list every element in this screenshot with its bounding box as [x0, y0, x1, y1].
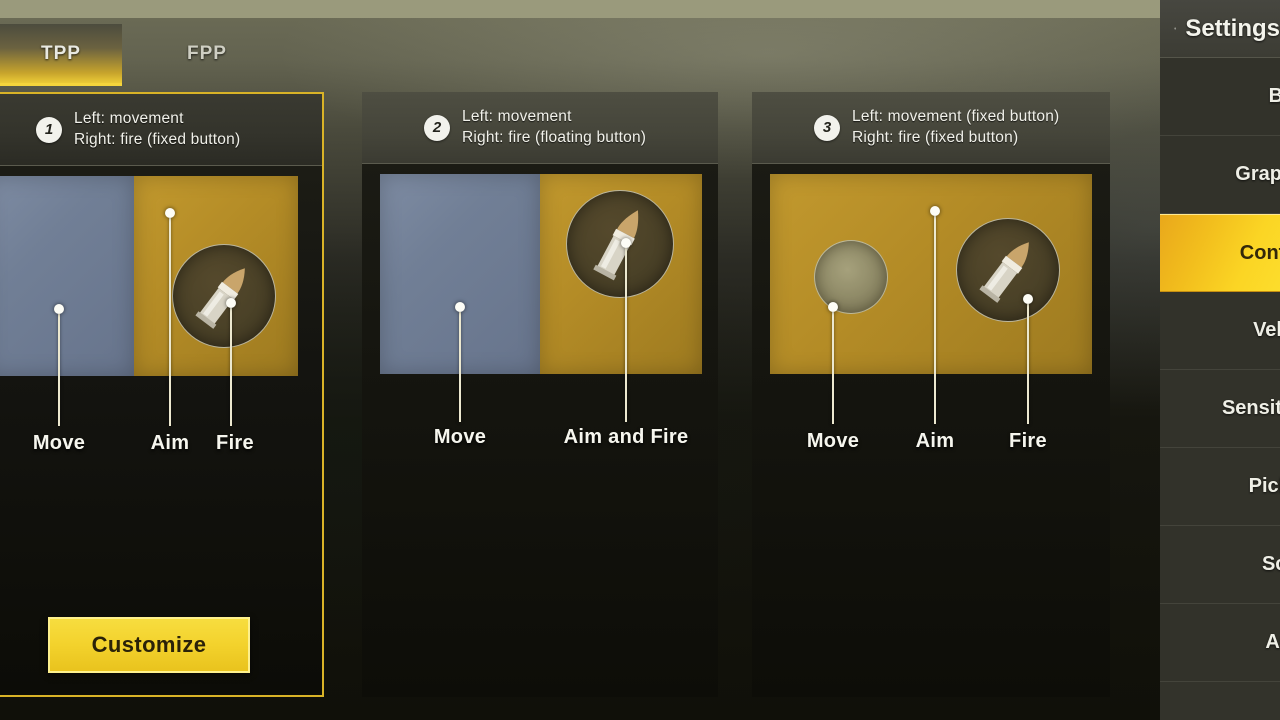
card-1-move-pane	[0, 176, 134, 376]
card-1-fire-pane	[134, 176, 298, 376]
view-mode-tabs: TPP FPP	[0, 24, 1160, 86]
sidebar-item-scope-label: Scope	[1261, 553, 1280, 575]
sidebar-title: Settings	[1185, 14, 1280, 42]
tab-fpp-label: FPP	[187, 43, 227, 64]
tab-tpp[interactable]: TPP	[0, 24, 122, 86]
sidebar-item-graphics[interactable]: Graphics	[1160, 136, 1280, 214]
card-2-move-dot	[455, 302, 465, 312]
card-2-fire-button	[566, 190, 674, 298]
layout-option-card-3[interactable]: 3 Left: movement (fixed button) Right: f…	[752, 92, 1110, 697]
card-1-aim-dot	[165, 208, 175, 218]
control-layout-options: 1 Left: movement Right: fire (fixed butt…	[0, 92, 1160, 697]
card-2-move-leader	[459, 312, 461, 422]
card-2-caption-move: Move	[433, 426, 487, 448]
card-3-aim-leader	[934, 216, 936, 424]
card-3-description: Left: movement (fixed button) Right: fir…	[852, 107, 1059, 149]
card-3-fire-dot	[1023, 294, 1033, 304]
card-2-fire-dot	[621, 238, 631, 248]
sidebar-item-controls-label: Controls	[1239, 241, 1280, 264]
card-3-panes	[770, 174, 1092, 374]
card-2-header: 2 Left: movement Right: fire (floating b…	[362, 92, 718, 164]
sidebar-item-pick-up[interactable]: Pick Up	[1160, 448, 1280, 526]
card-1-line-1: Left: movement	[74, 109, 184, 127]
sidebar-header: Settings	[1160, 0, 1280, 58]
card-3-move-leader	[832, 312, 834, 424]
settings-sidebar: Settings Basic Graphics Controls Vehicle…	[1160, 0, 1280, 720]
card-3-move-dot	[828, 302, 838, 312]
card-3-caption-move: Move	[806, 430, 860, 452]
card-1-header: 1 Left: movement Right: fire (fixed butt…	[0, 94, 322, 166]
card-2-number-badge: 2	[424, 114, 450, 141]
card-1-panes	[0, 176, 298, 376]
bullet-icon	[593, 210, 639, 281]
card-2-line-1: Left: movement	[462, 107, 572, 125]
card-3-caption-fire: Fire	[1009, 430, 1047, 452]
card-1-fire-dot	[226, 298, 236, 308]
card-2-caption-aimfire: Aim and Fire	[563, 426, 689, 448]
card-3-full-pane	[770, 174, 1092, 374]
card-3-fire-leader	[1027, 304, 1029, 424]
customize-button-label: Customize	[91, 632, 207, 657]
layout-option-card-2[interactable]: 2 Left: movement Right: fire (floating b…	[362, 92, 718, 697]
card-3-line-2: Right: fire (fixed button)	[852, 128, 1019, 146]
sidebar-item-scope[interactable]: Scope	[1160, 526, 1280, 604]
sidebar-item-graphics-label: Graphics	[1235, 163, 1280, 185]
card-1-caption-move: Move	[32, 432, 86, 454]
tab-tpp-label: TPP	[41, 43, 81, 64]
card-2-preview: Move Aim and Fire	[362, 174, 718, 448]
card-2-line-2: Right: fire (floating button)	[462, 128, 647, 146]
card-1-move-dot	[54, 304, 64, 314]
card-1-number-badge: 1	[36, 116, 62, 143]
sidebar-item-pick-up-label: Pick Up	[1248, 475, 1280, 497]
sidebar-item-sensitivity[interactable]: Sensitivity	[1160, 370, 1280, 448]
card-1-description: Left: movement Right: fire (fixed button…	[74, 109, 240, 151]
sidebar-item-vehicle[interactable]: Vehicle	[1160, 292, 1280, 370]
card-1-preview: Move Aim Fire	[0, 176, 322, 454]
card-2-fire-leader	[625, 248, 627, 422]
card-3-header: 3 Left: movement (fixed button) Right: f…	[752, 92, 1110, 164]
card-3-fire-button	[956, 218, 1060, 322]
sidebar-item-vehicle-label: Vehicle	[1253, 319, 1280, 341]
sidebar-item-controls[interactable]: Controls	[1160, 214, 1280, 292]
card-2-fire-pane	[540, 174, 702, 374]
card-3-preview: Move Aim Fire	[752, 174, 1110, 452]
card-3-number-badge: 3	[814, 114, 840, 141]
card-3-move-button	[814, 240, 888, 314]
card-1-move-leader	[58, 314, 60, 426]
gear-icon	[1174, 27, 1177, 30]
card-3-aim-dot	[930, 206, 940, 216]
layout-option-card-1[interactable]: 1 Left: movement Right: fire (fixed butt…	[0, 92, 324, 697]
card-3-caption-aim: Aim	[915, 430, 955, 452]
card-1-fire-leader	[230, 308, 232, 426]
card-2-description: Left: movement Right: fire (floating but…	[462, 107, 646, 149]
bullet-icon	[979, 242, 1029, 303]
customize-button[interactable]: Customize	[48, 617, 250, 673]
sidebar-item-sensitivity-label: Sensitivity	[1221, 397, 1280, 419]
sidebar-item-basic-label: Basic	[1268, 85, 1280, 107]
tab-fpp[interactable]: FPP	[122, 24, 292, 84]
sidebar-item-audio-label: Audio	[1265, 631, 1280, 653]
sidebar-item-audio[interactable]: Audio	[1160, 604, 1280, 682]
sidebar-item-basic[interactable]: Basic	[1160, 58, 1280, 136]
card-1-caption-aim: Aim	[150, 432, 190, 454]
bullet-icon	[195, 268, 245, 329]
card-1-aim-leader	[169, 218, 171, 426]
card-1-fire-button	[172, 244, 276, 348]
card-3-line-1: Left: movement (fixed button)	[852, 107, 1060, 125]
card-1-line-2: Right: fire (fixed button)	[74, 130, 241, 148]
card-1-caption-fire: Fire	[216, 432, 254, 454]
card-2-panes	[380, 174, 702, 374]
